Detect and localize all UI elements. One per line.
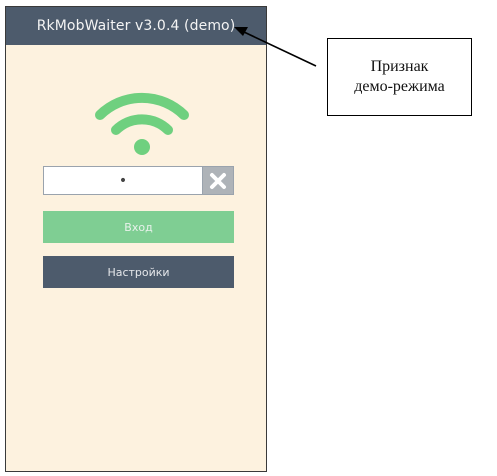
pin-input[interactable] [43, 166, 202, 195]
title-bar: RkMobWaiter v3.0.4 (demo) [6, 7, 266, 45]
wifi-icon [95, 92, 189, 155]
login-button-label: Вход [124, 220, 153, 234]
close-icon [210, 172, 226, 189]
callout-line-2: демо-режима [354, 78, 445, 95]
app-title: RkMobWaiter v3.0.4 (demo) [36, 18, 236, 34]
clear-button[interactable] [202, 166, 234, 195]
callout-line-1: Признак [370, 58, 429, 75]
login-button[interactable]: Вход [43, 211, 234, 243]
demo-mode-callout: Признак демо-режима [327, 38, 472, 116]
settings-button[interactable]: Настройки [43, 256, 234, 288]
app-screen: RkMobWaiter v3.0.4 (demo) Вход Настройки [5, 6, 267, 472]
settings-button-label: Настройки [107, 265, 170, 279]
pin-row [43, 166, 234, 195]
